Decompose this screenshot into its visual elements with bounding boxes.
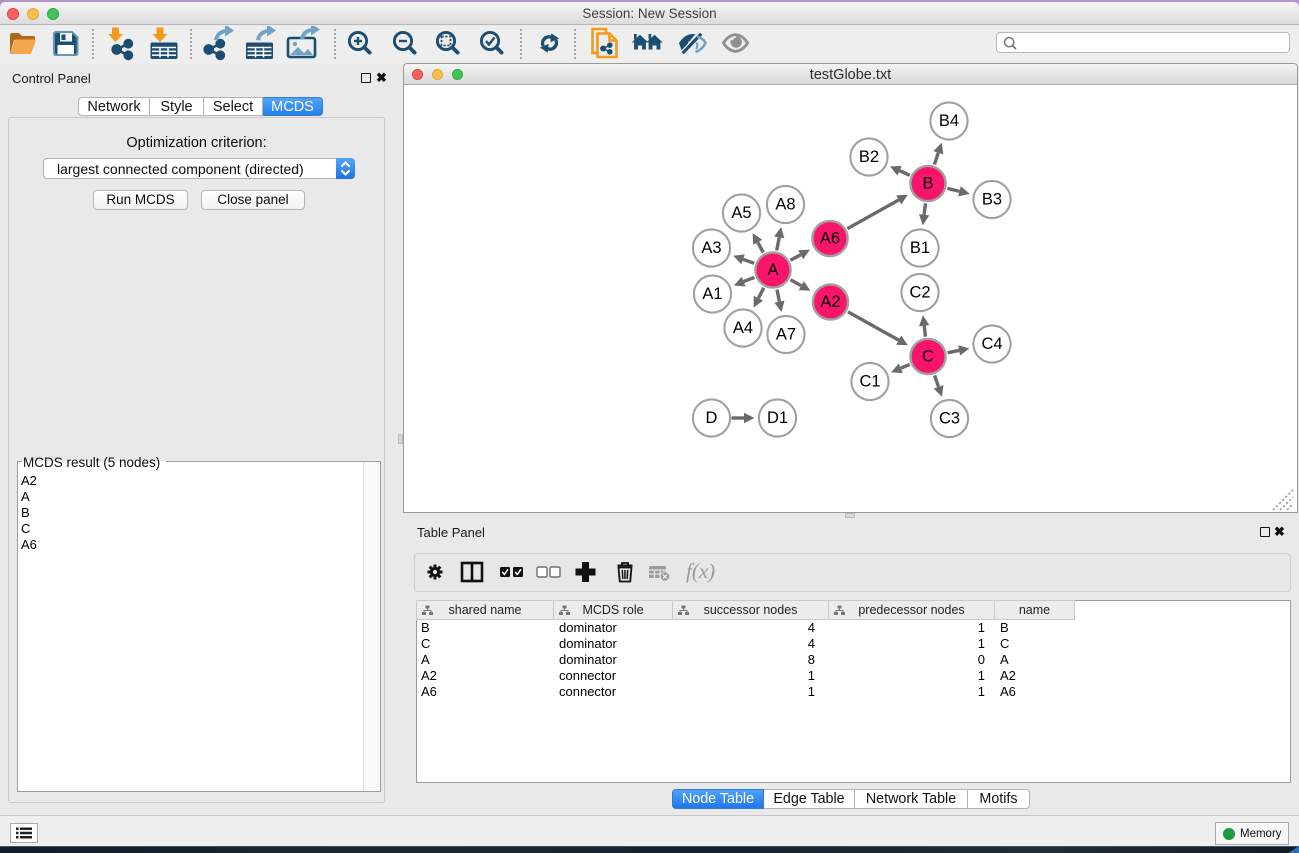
svg-text:A: A (767, 261, 778, 279)
svg-text:A6: A6 (820, 230, 840, 248)
svg-text:C2: C2 (909, 284, 930, 302)
svg-text:B4: B4 (939, 112, 959, 130)
svg-text:D1: D1 (767, 409, 788, 427)
svg-text:B1: B1 (910, 239, 930, 257)
svg-text:C1: C1 (859, 373, 880, 391)
svg-text:A8: A8 (775, 196, 795, 214)
svg-text:B: B (922, 175, 933, 193)
svg-text:B3: B3 (982, 191, 1002, 209)
svg-text:A3: A3 (701, 239, 721, 257)
svg-text:A4: A4 (733, 319, 753, 337)
svg-text:A2: A2 (820, 293, 840, 311)
svg-text:B2: B2 (859, 148, 879, 166)
svg-text:A5: A5 (731, 204, 751, 222)
svg-text:D: D (706, 409, 718, 427)
svg-text:C: C (922, 348, 934, 366)
svg-text:f(x): f(x) (686, 559, 715, 583)
svg-text:C4: C4 (981, 335, 1002, 353)
svg-text:C3: C3 (939, 410, 960, 428)
svg-text:A7: A7 (776, 326, 796, 344)
svg-text:A1: A1 (702, 285, 722, 303)
